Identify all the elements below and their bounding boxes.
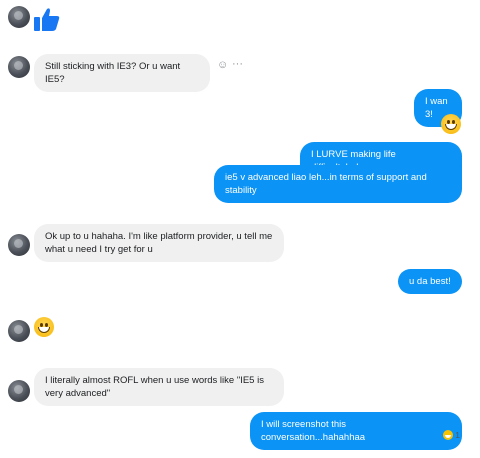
avatar <box>8 6 30 28</box>
outgoing-message: I will screenshot this conversation...ha… <box>250 412 462 450</box>
incoming-message: I literally almost ROFL when u use words… <box>34 368 284 406</box>
grinning-emoji <box>441 114 461 134</box>
thumbs-up-icon <box>34 8 60 32</box>
reaction-badge[interactable]: 1 <box>443 430 460 440</box>
grinning-emoji <box>34 317 54 337</box>
grinning-icon <box>443 430 454 440</box>
incoming-message: Still sticking with IE3? Or u want IE5? <box>34 54 210 92</box>
reaction-count: 1 <box>455 430 460 440</box>
outgoing-message: u da best! <box>398 269 462 294</box>
outgoing-message: ie5 v advanced liao leh...in terms of su… <box>214 165 462 203</box>
smiley-icon[interactable]: ☺ <box>217 59 228 71</box>
avatar <box>8 320 30 342</box>
avatar <box>8 380 30 402</box>
more-icon[interactable]: ··· <box>232 58 243 70</box>
incoming-message: Ok up to u hahaha. I'm like platform pro… <box>34 224 284 262</box>
avatar <box>8 56 30 78</box>
avatar <box>8 234 30 256</box>
